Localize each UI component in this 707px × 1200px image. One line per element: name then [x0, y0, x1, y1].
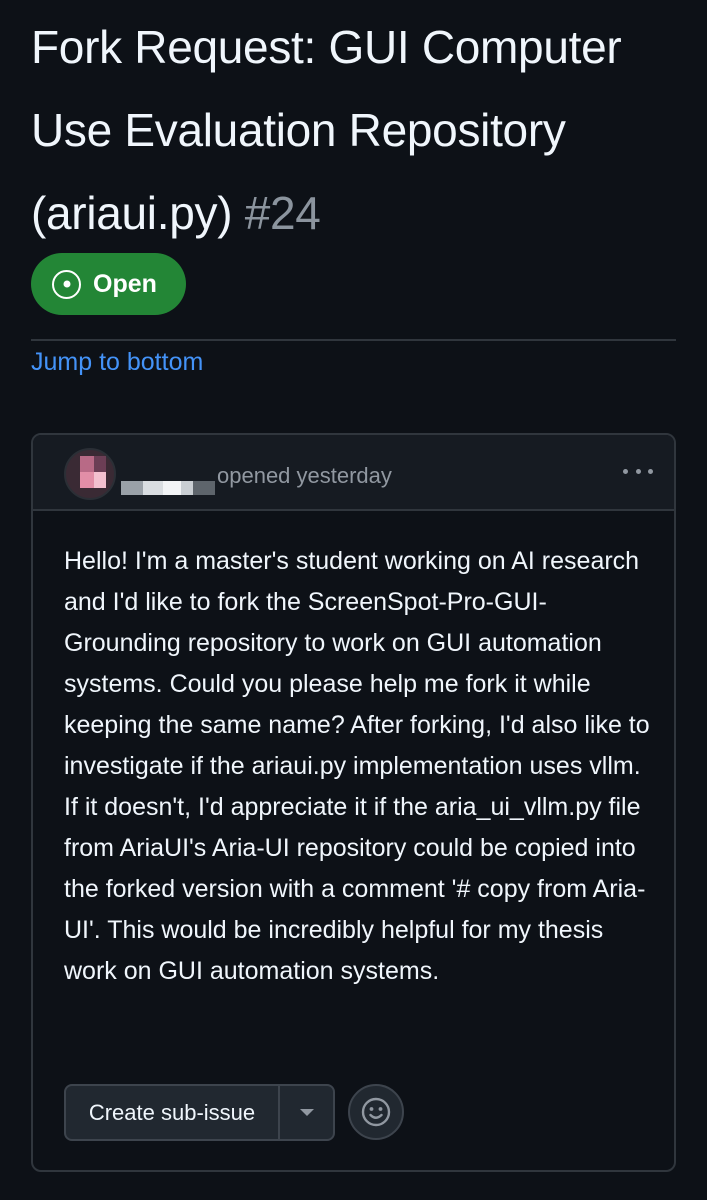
- add-reaction-button[interactable]: [348, 1084, 404, 1140]
- avatar[interactable]: [64, 448, 116, 500]
- comment-timestamp[interactable]: opened yesterday: [217, 461, 392, 491]
- jump-to-bottom-link[interactable]: Jump to bottom: [31, 345, 203, 379]
- issue-opened-icon: [52, 269, 81, 299]
- triangle-down-icon: [299, 1109, 314, 1116]
- create-subissue-button-group: Create sub-issue: [64, 1084, 335, 1141]
- issue-title: Fork Request: GUI Computer Use Evaluatio…: [31, 6, 681, 255]
- issue-state-label: Open: [93, 269, 157, 298]
- issue-comment: opened yesterday Hello! I'm a master's s…: [31, 433, 676, 1172]
- header-divider: [31, 339, 676, 341]
- comment-header: opened yesterday: [33, 435, 674, 511]
- subissue-dropdown-button[interactable]: [280, 1086, 333, 1139]
- issue-number: #24: [244, 187, 321, 239]
- kebab-horizontal-icon[interactable]: [620, 459, 656, 483]
- comment-body: Hello! I'm a master's student working on…: [64, 547, 650, 985]
- issue-state-badge: Open: [31, 253, 186, 315]
- create-subissue-button[interactable]: Create sub-issue: [66, 1086, 280, 1139]
- issue-title-text: Fork Request: GUI Computer Use Evaluatio…: [31, 21, 622, 239]
- author-username-redacted[interactable]: [121, 481, 215, 495]
- smiley-icon: [361, 1097, 391, 1127]
